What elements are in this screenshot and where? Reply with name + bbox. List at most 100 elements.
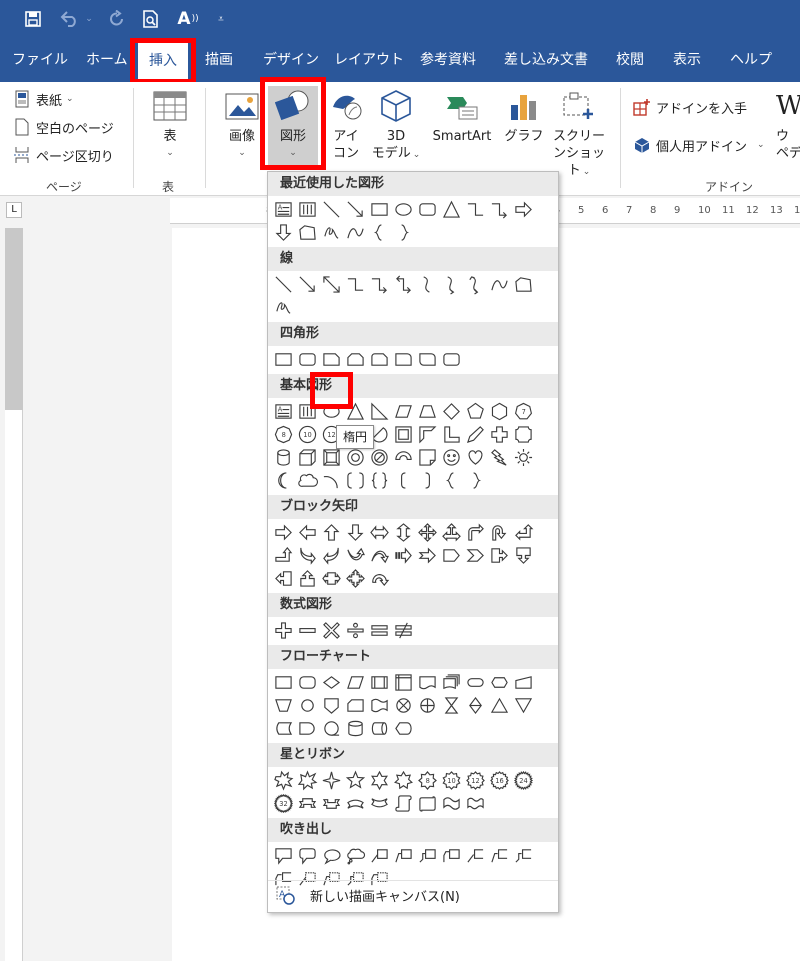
shape-curvedright[interactable]	[295, 544, 319, 567]
chart-button[interactable]: グラフ	[503, 86, 545, 145]
shape-heptagon[interactable]: 7	[511, 400, 535, 423]
shape-mathdivide[interactable]	[343, 619, 367, 642]
get-addins-button[interactable]: アドインを入手	[632, 96, 747, 118]
shape-downarrow[interactable]	[343, 521, 367, 544]
vertical-ruler[interactable]	[5, 228, 23, 961]
tab-layout[interactable]: レイアウト	[334, 38, 404, 82]
shape-noentry[interactable]	[367, 446, 391, 469]
shape-arrowline[interactable]	[343, 198, 367, 221]
shape-mathplus[interactable]	[271, 619, 295, 642]
shape-dblbrace[interactable]	[367, 469, 391, 492]
shape-dblarrowline[interactable]	[319, 273, 343, 296]
shape-terminator[interactable]	[463, 671, 487, 694]
shape-star12[interactable]: 12	[463, 769, 487, 792]
shape-delay[interactable]	[295, 717, 319, 740]
tab-design[interactable]: デザイン	[263, 38, 319, 82]
shape-triangle[interactable]	[439, 198, 463, 221]
tab-view[interactable]: 表示	[673, 38, 701, 82]
shape-snipround[interactable]	[367, 348, 391, 371]
shape-lrcallout[interactable]	[319, 567, 343, 590]
shape-lshape[interactable]	[439, 423, 463, 446]
shape-ellipse[interactable]	[391, 198, 415, 221]
shape-linecallout4[interactable]	[439, 844, 463, 867]
shape-cloudcallout[interactable]	[343, 844, 367, 867]
shape-preparation[interactable]	[487, 671, 511, 694]
tab-home[interactable]: ホーム	[86, 38, 128, 82]
shape-uturn[interactable]	[487, 521, 511, 544]
shape-linecallout1[interactable]	[367, 844, 391, 867]
shape-card[interactable]	[343, 694, 367, 717]
shape-mathequal[interactable]	[367, 619, 391, 642]
cover-page-button[interactable]: 表紙 ⌄	[12, 88, 74, 110]
shape-accent1[interactable]	[463, 844, 487, 867]
tab-file[interactable]: ファイル	[12, 38, 68, 82]
undo-dropdown-icon[interactable]: ⌄	[84, 8, 94, 30]
shape-dblbracket[interactable]	[343, 469, 367, 492]
shape-elbowdbl[interactable]	[391, 273, 415, 296]
shape-offpage[interactable]	[319, 694, 343, 717]
redo-icon[interactable]	[106, 8, 128, 30]
shape-line[interactable]	[319, 198, 343, 221]
shape-brace-left[interactable]	[367, 221, 391, 244]
smartart-button[interactable]: SmartArt	[427, 86, 497, 145]
shape-pencil[interactable]	[463, 423, 487, 446]
shape-brace-right[interactable]	[391, 221, 415, 244]
table-button[interactable]: 表 ⌄	[146, 86, 194, 162]
tab-selector[interactable]: L	[6, 202, 22, 218]
shape-elbowarrow[interactable]	[367, 273, 391, 296]
shape-curve-s-arrow[interactable]	[439, 273, 463, 296]
shape-elbow[interactable]	[343, 273, 367, 296]
shape-ellipseribbon2[interactable]	[367, 792, 391, 815]
shape-lrarrowup[interactable]	[439, 521, 463, 544]
shape-can[interactable]	[271, 446, 295, 469]
shape-curvedup[interactable]	[343, 544, 367, 567]
shape-storeddata[interactable]	[271, 717, 295, 740]
read-aloud-icon[interactable]: A))	[174, 8, 202, 30]
print-preview-icon[interactable]	[140, 8, 162, 30]
shape-roundrect[interactable]	[415, 198, 439, 221]
my-addins-button[interactable]: 個人用アドイン ⌄	[632, 134, 765, 156]
blank-page-button[interactable]: 空白のページ	[12, 116, 114, 138]
shape-cube[interactable]	[295, 446, 319, 469]
shape-decision[interactable]	[319, 671, 343, 694]
shape-trapezoid[interactable]	[415, 400, 439, 423]
shape-star5[interactable]	[343, 769, 367, 792]
shape-rightarrow[interactable]	[511, 198, 535, 221]
shape-star16[interactable]: 16	[487, 769, 511, 792]
shape-downarrow[interactable]	[271, 221, 295, 244]
shape-parallelogram[interactable]	[391, 400, 415, 423]
shape-manualop[interactable]	[271, 694, 295, 717]
shape-hscroll[interactable]	[415, 792, 439, 815]
tab-review[interactable]: 校閲	[616, 38, 644, 82]
page-break-button[interactable]: ページ区切り	[12, 144, 114, 166]
shape-plaque[interactable]	[511, 423, 535, 446]
shape-rtriangle[interactable]	[367, 400, 391, 423]
shape-wave[interactable]	[439, 792, 463, 815]
shape-or[interactable]	[415, 694, 439, 717]
shape-roundrect[interactable]	[295, 348, 319, 371]
screenshot-button[interactable]: スクリー ンショット ⌄	[548, 86, 610, 181]
shape-mathmultiply[interactable]	[319, 619, 343, 642]
shape-accent2[interactable]	[487, 844, 511, 867]
shape-freeform[interactable]	[511, 273, 535, 296]
shape-ellipseribbon[interactable]	[343, 792, 367, 815]
shape-curve[interactable]	[343, 221, 367, 244]
shape-leftbracket[interactable]	[391, 469, 415, 492]
shape-summing[interactable]	[391, 694, 415, 717]
shape-manualinput[interactable]	[511, 671, 535, 694]
shape-triangle[interactable]	[343, 400, 367, 423]
shape-bevel[interactable]	[319, 446, 343, 469]
shape-extract[interactable]	[487, 694, 511, 717]
shape-bentarrow[interactable]	[463, 521, 487, 544]
shape-display[interactable]	[391, 717, 415, 740]
shape-notchedright[interactable]	[415, 544, 439, 567]
shape-rect[interactable]	[367, 198, 391, 221]
tab-draw[interactable]: 描画	[205, 38, 233, 82]
shape-leftcallout[interactable]	[271, 567, 295, 590]
shape-sequential[interactable]	[319, 717, 343, 740]
shape-bentuparrow[interactable]	[271, 544, 295, 567]
shape-elbowarrow[interactable]	[487, 198, 511, 221]
shape-octagon[interactable]: 8	[271, 423, 295, 446]
shape-arc[interactable]	[319, 469, 343, 492]
shape-connector[interactable]	[295, 694, 319, 717]
